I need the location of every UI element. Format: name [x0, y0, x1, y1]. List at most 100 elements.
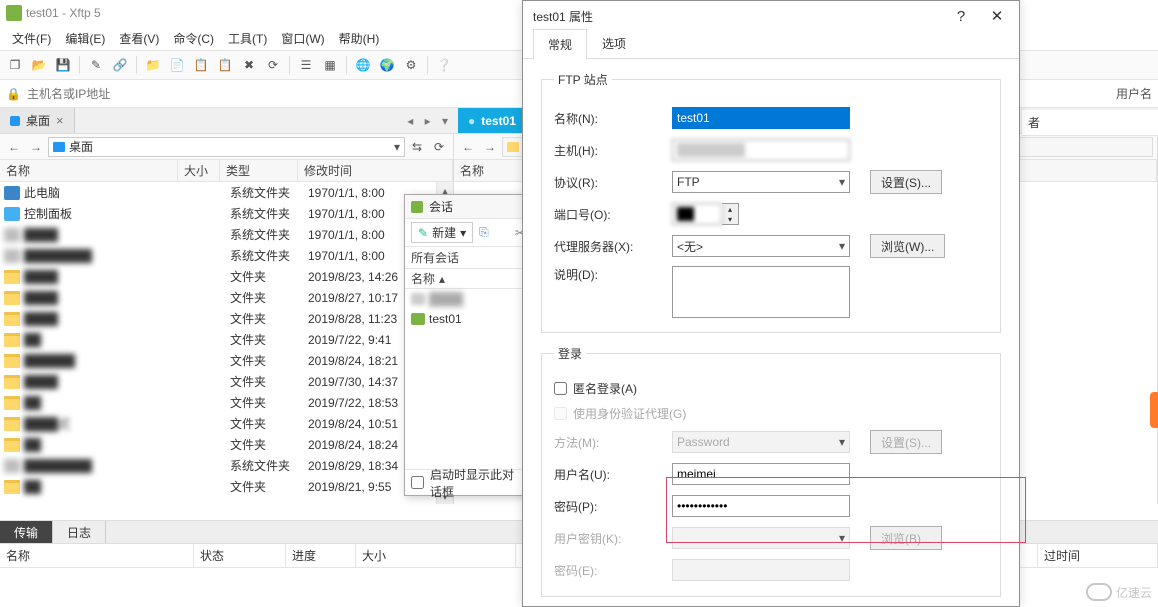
col-elapsed[interactable]: 过时间 [1038, 544, 1158, 567]
refresh-icon[interactable]: ⟳ [429, 137, 449, 157]
list-item[interactable]: ████文件夹2019/8/23, 14:26 [0, 266, 453, 287]
list-item[interactable]: ████████系统文件夹2019/8/29, 18:34 [0, 455, 453, 476]
col-mtime[interactable]: 修改时间 [298, 160, 453, 181]
view-detail-icon[interactable]: ▦ [319, 54, 341, 76]
list-item[interactable]: ██文件夹2019/8/21, 9:55 [0, 476, 453, 497]
file-name: ████ [24, 291, 194, 305]
desc-textarea[interactable] [672, 266, 850, 318]
chevron-down-icon[interactable]: ▾ [839, 239, 845, 253]
show-on-startup-checkbox[interactable] [411, 476, 424, 489]
earth-icon[interactable]: 🌐 [352, 54, 374, 76]
new-session-icon[interactable]: ❐ [4, 54, 26, 76]
menu-item[interactable]: 窗口(W) [275, 28, 330, 49]
list-item[interactable]: ██文件夹2019/7/22, 9:41 [0, 329, 453, 350]
refresh-icon[interactable]: ⟳ [262, 54, 284, 76]
col-status[interactable]: 状态 [194, 544, 286, 567]
session-header: 会话 [405, 195, 531, 219]
copy-icon[interactable]: 📋 [190, 54, 212, 76]
folder-new-icon[interactable]: 📁 [142, 54, 164, 76]
method-value: Password [677, 435, 730, 449]
agent-checkbox [554, 407, 567, 420]
login-legend: 登录 [554, 345, 586, 362]
ftp-site-group: FTP 站点 名称(N): 主机(H): 协议(R): FTP ▾ 设置(S).… [541, 71, 1001, 333]
paste-icon[interactable]: 📋 [214, 54, 236, 76]
list-item[interactable]: 控制面板系统文件夹1970/1/1, 8:00 [0, 203, 453, 224]
col-size[interactable]: 大小 [178, 160, 220, 181]
close-icon[interactable]: × [56, 113, 64, 128]
side-badge[interactable] [1150, 392, 1158, 428]
save-icon[interactable]: 💾 [52, 54, 74, 76]
menu-item[interactable]: 查看(V) [113, 28, 165, 49]
chevron-down-icon[interactable]: ▾ [394, 140, 400, 154]
menu-item[interactable]: 工具(T) [222, 28, 273, 49]
local-file-list[interactable]: 此电脑系统文件夹1970/1/1, 8:00控制面板系统文件夹1970/1/1,… [0, 182, 453, 504]
list-item[interactable]: ██████文件夹2019/8/24, 18:21 [0, 350, 453, 371]
list-item[interactable]: ████文件夹2019/8/28, 11:23 [0, 308, 453, 329]
earth-green-icon[interactable]: 🌍 [376, 54, 398, 76]
copy-icon[interactable]: ⎘ [479, 225, 489, 240]
protocol-settings-button[interactable]: 设置(S)... [870, 170, 942, 194]
transfer-icon[interactable]: ⇆ [407, 137, 427, 157]
delete-icon[interactable]: ✖ [238, 54, 260, 76]
gear-icon[interactable]: ⚙ [400, 54, 422, 76]
file-name: ██████ [24, 354, 194, 368]
protocol-select[interactable]: FTP ▾ [672, 171, 850, 193]
col-type[interactable]: 类型 [220, 160, 298, 181]
list-item[interactable]: ██文件夹2019/8/24, 18:24 [0, 434, 453, 455]
list-item[interactable]: ██文件夹2019/7/22, 18:53 [0, 392, 453, 413]
menu-item[interactable]: 编辑(E) [59, 28, 111, 49]
session-item[interactable]: ████ [405, 289, 531, 309]
tab-options[interactable]: 选项 [587, 28, 641, 58]
list-item[interactable]: ████文件夹2019/8/27, 10:17 [0, 287, 453, 308]
forward-button[interactable]: → [26, 137, 46, 157]
anon-checkbox[interactable] [554, 382, 567, 395]
proxy-browse-button[interactable]: 浏览(W)... [870, 234, 945, 258]
tab-nav[interactable]: ◂ ▸ ▾ [401, 108, 454, 133]
forward-button[interactable]: → [480, 137, 500, 157]
list-item[interactable]: ████████系统文件夹1970/1/1, 8:00 [0, 245, 453, 266]
open-icon[interactable]: 📂 [28, 54, 50, 76]
list-item[interactable]: ████文件夹2019/7/30, 14:37 [0, 371, 453, 392]
close-button[interactable]: ✕ [979, 2, 1015, 30]
tab-test01[interactable]: ● test01 [458, 108, 527, 133]
port-spinner[interactable]: ▴▾ [672, 203, 739, 225]
back-button[interactable]: ← [4, 137, 24, 157]
back-button[interactable]: ← [458, 137, 478, 157]
list-item[interactable]: ████系统文件夹1970/1/1, 8:00 [0, 224, 453, 245]
col-progress[interactable]: 进度 [286, 544, 356, 567]
col-name[interactable]: 名称 [0, 544, 194, 567]
spinner-buttons[interactable]: ▴▾ [722, 203, 739, 225]
proxy-select[interactable]: <无> ▾ [672, 235, 850, 257]
tab-desktop[interactable]: 桌面 × [0, 108, 75, 133]
tab-log[interactable]: 日志 [53, 521, 106, 543]
col-name[interactable]: 名称 [0, 160, 178, 181]
ftp-site-legend: FTP 站点 [554, 71, 612, 88]
user-input[interactable] [672, 463, 850, 485]
host-input[interactable] [672, 139, 850, 161]
list-item[interactable]: ████式文件夹2019/8/24, 10:51 [0, 413, 453, 434]
menu-item[interactable]: 文件(F) [6, 28, 57, 49]
port-input[interactable] [672, 203, 722, 225]
help-button[interactable]: ? [943, 2, 979, 30]
watermark: 亿速云 [1086, 583, 1152, 601]
menu-item[interactable]: 帮助(H) [333, 28, 386, 49]
session-col-name[interactable]: 名称 ▴ [405, 269, 531, 289]
col-size[interactable]: 大小 [356, 544, 516, 567]
name-input[interactable] [672, 107, 850, 129]
help-icon[interactable]: ❔ [433, 54, 455, 76]
edit-icon[interactable]: ✎ [85, 54, 107, 76]
list-item[interactable]: 此电脑系统文件夹1970/1/1, 8:00 [0, 182, 453, 203]
menu-item[interactable]: 命令(C) [167, 28, 220, 49]
tab-general[interactable]: 常规 [533, 29, 587, 59]
pass-input[interactable] [672, 495, 850, 517]
chevron-down-icon[interactable]: ▾ [839, 175, 845, 189]
session-item[interactable]: test01 [405, 309, 531, 329]
link-icon[interactable]: 🔗 [109, 54, 131, 76]
tab-transfer[interactable]: 传输 [0, 521, 53, 543]
proxy-label: 代理服务器(X): [554, 238, 664, 255]
chevron-down-icon[interactable]: ▾ [460, 226, 466, 240]
new-session-button[interactable]: ✎ 新建 ▾ [411, 222, 473, 243]
path-combo[interactable]: 桌面 ▾ [48, 137, 405, 157]
view-list-icon[interactable]: ☰ [295, 54, 317, 76]
file-new-icon[interactable]: 📄 [166, 54, 188, 76]
